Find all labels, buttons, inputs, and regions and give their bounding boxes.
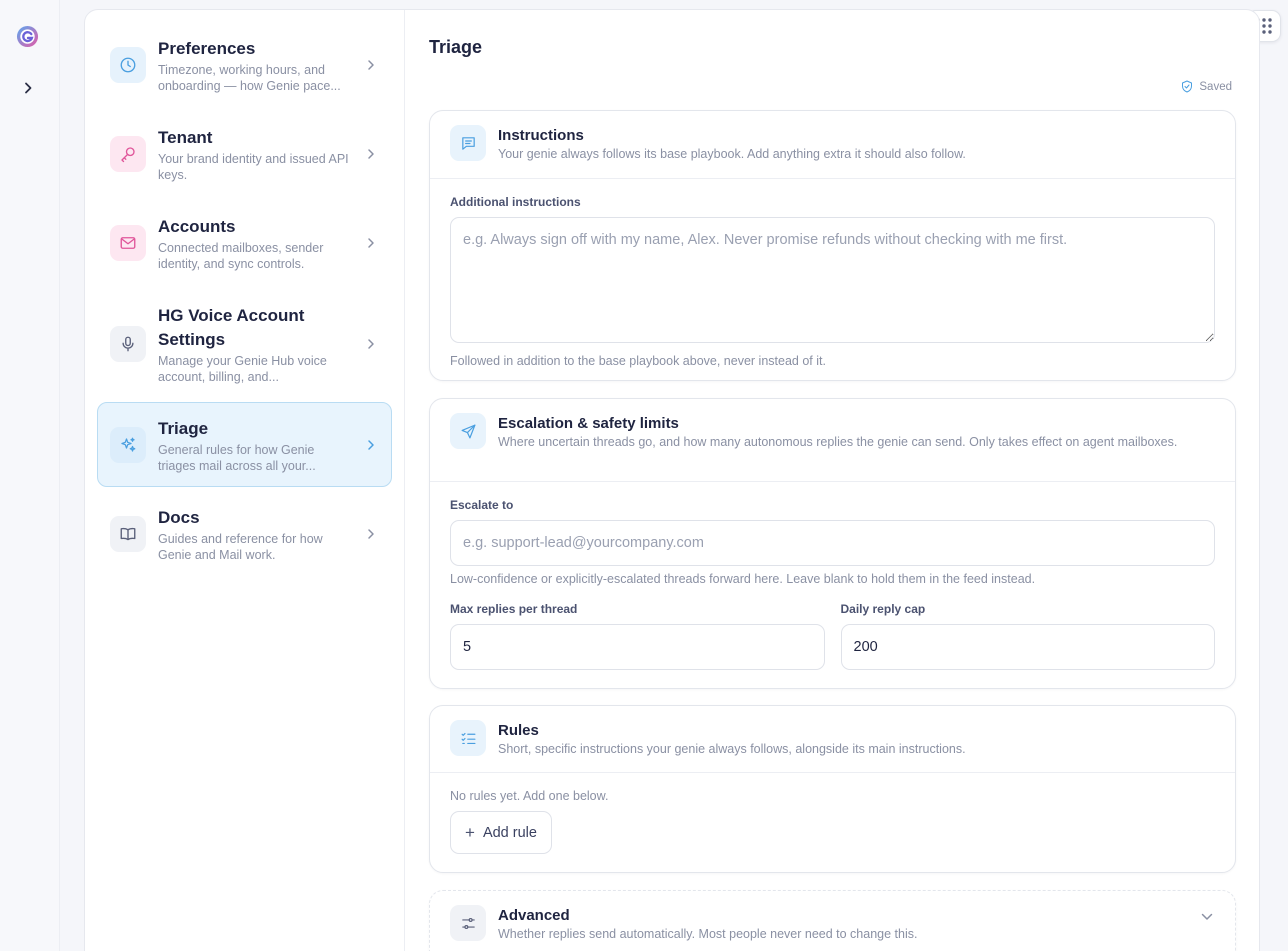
rules-title: Rules <box>498 722 539 739</box>
nav-item-triage[interactable]: Triage General rules for how Genie triag… <box>97 402 392 487</box>
escalate-to-input[interactable] <box>450 520 1215 566</box>
add-rule-label: Add rule <box>482 824 537 841</box>
escalation-panel: Escalation & safety limits Where uncerta… <box>429 398 1236 689</box>
book-open-icon <box>110 516 146 552</box>
clock-icon <box>110 47 146 83</box>
triage-content: Triage Saved Instructions Your genie alw… <box>405 10 1259 951</box>
nav-item-desc: Guides and reference for how Genie and M… <box>158 532 323 562</box>
nav-item-title: Triage <box>158 419 209 438</box>
escalation-subtitle: Where uncertain threads go, and how many… <box>498 435 1178 449</box>
nav-item-desc: Connected mailboxes, sender identity, an… <box>158 241 324 271</box>
saved-label: Saved <box>1199 80 1232 93</box>
chevron-down-icon[interactable] <box>1201 913 1213 921</box>
rules-subtitle: Short, specific instructions your genie … <box>498 742 966 756</box>
advanced-panel[interactable]: Advanced Whether replies send automatica… <box>429 890 1236 951</box>
nav-item-accounts[interactable]: Accounts Connected mailboxes, sender ide… <box>97 200 392 285</box>
escalate-help-text: Low-confidence or explicitly-escalated t… <box>450 572 1036 586</box>
chevron-right-icon <box>368 148 374 159</box>
advanced-title: Advanced <box>498 907 570 924</box>
mail-icon <box>110 225 146 261</box>
chevron-right-icon <box>368 439 374 450</box>
chevron-right-icon <box>368 237 374 248</box>
nav-item-preferences[interactable]: Preferences Timezone, working hours, and… <box>97 22 392 107</box>
nav-item-title: Tenant <box>158 128 213 147</box>
nav-item-title: HG Voice Account Settings <box>158 306 305 349</box>
left-rail <box>0 0 60 951</box>
plus-icon: + <box>465 822 475 842</box>
sliders-icon <box>450 905 486 941</box>
settings-shell: Preferences Timezone, working hours, and… <box>84 9 1260 951</box>
nav-item-title: Preferences <box>158 39 256 58</box>
instructions-help-text: Followed in addition to the base playboo… <box>450 354 826 368</box>
rules-panel: Rules Short, specific instructions your … <box>429 705 1236 873</box>
expand-sidebar-chevron-right-icon[interactable] <box>18 78 38 98</box>
message-square-icon <box>450 125 486 161</box>
nav-item-hg-voice[interactable]: HG Voice Account Settings Manage your Ge… <box>97 289 392 398</box>
nav-item-title: Accounts <box>158 217 236 236</box>
nav-item-docs[interactable]: Docs Guides and reference for how Genie … <box>97 491 392 576</box>
chevron-right-icon <box>368 338 374 349</box>
rules-empty-text: No rules yet. Add one below. <box>450 789 609 803</box>
advanced-subtitle: Whether replies send automatically. Most… <box>498 927 918 941</box>
chevron-right-icon <box>368 59 374 70</box>
nav-item-desc: Manage your Genie Hub voice account, bil… <box>158 354 327 384</box>
instructions-title: Instructions <box>498 127 584 144</box>
page-title: Triage <box>429 37 483 57</box>
daily-cap-input[interactable] <box>840 624 1215 670</box>
escalation-title: Escalation & safety limits <box>498 415 679 432</box>
genie-logo-icon[interactable] <box>16 25 39 48</box>
daily-cap-label: Daily reply cap <box>840 602 926 616</box>
max-replies-input[interactable] <box>450 624 825 670</box>
instructions-panel: Instructions Your genie always follows i… <box>429 110 1236 381</box>
add-rule-button[interactable]: + Add rule <box>450 811 552 854</box>
instructions-subtitle: Your genie always follows its base playb… <box>498 147 966 161</box>
microphone-icon <box>110 326 146 362</box>
nav-item-desc: General rules for how Genie triages mail… <box>158 443 316 473</box>
escalate-to-label: Escalate to <box>450 498 514 512</box>
nav-item-desc: Timezone, working hours, and onboarding … <box>158 63 341 93</box>
settings-nav: Preferences Timezone, working hours, and… <box>85 10 405 951</box>
saved-status: Saved <box>1181 80 1232 93</box>
max-replies-label: Max replies per thread <box>450 602 578 616</box>
send-icon <box>450 413 486 449</box>
nav-item-title: Docs <box>158 508 200 527</box>
additional-instructions-label: Additional instructions <box>450 195 581 209</box>
list-checks-icon <box>450 720 486 756</box>
additional-instructions-textarea[interactable] <box>450 217 1215 343</box>
chevron-right-icon <box>368 528 374 539</box>
key-icon <box>110 136 146 172</box>
nav-item-tenant[interactable]: Tenant Your brand identity and issued AP… <box>97 111 392 196</box>
shield-check-icon <box>1182 80 1193 93</box>
sparkles-icon <box>110 427 146 463</box>
nav-item-desc: Your brand identity and issued API keys. <box>158 152 349 182</box>
